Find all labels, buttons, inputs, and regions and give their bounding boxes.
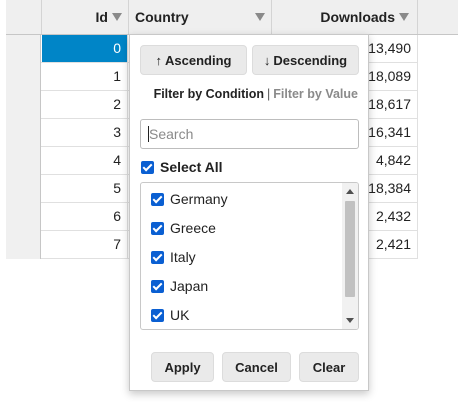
apply-button[interactable]: Apply <box>151 352 214 382</box>
checkbox-checked-icon[interactable] <box>141 160 154 174</box>
column-header-country[interactable]: Country <box>129 0 272 34</box>
clear-button[interactable]: Clear <box>299 352 359 382</box>
sort-descending-label: Descending <box>273 52 348 68</box>
row-header[interactable] <box>6 203 41 231</box>
row-header[interactable] <box>6 63 41 91</box>
checkbox-checked-icon[interactable] <box>151 279 164 293</box>
id-cell[interactable]: 2 <box>42 91 128 118</box>
list-item[interactable]: Italy <box>151 247 196 267</box>
corner-cell[interactable] <box>6 0 42 34</box>
search-input[interactable] <box>140 119 359 149</box>
column-header-label: Id <box>95 9 108 25</box>
sort-ascending-button[interactable]: ↑ Ascending <box>140 45 247 75</box>
sort-descending-button[interactable]: ↓ Descending <box>252 45 359 75</box>
list-item[interactable]: UK <box>151 305 189 325</box>
list-item-label: Italy <box>170 249 196 265</box>
id-cell[interactable]: 6 <box>42 203 128 230</box>
id-cell[interactable]: 7 <box>42 231 128 258</box>
id-cell[interactable]: 3 <box>42 119 128 146</box>
checkbox-checked-icon[interactable] <box>151 192 164 206</box>
id-cell[interactable]: 5 <box>42 175 128 202</box>
filter-icon[interactable] <box>255 13 265 21</box>
row-header[interactable] <box>6 231 41 259</box>
checkbox-checked-icon[interactable] <box>151 250 164 264</box>
filter-icon[interactable] <box>112 13 122 21</box>
select-all-checkbox[interactable]: Select All <box>141 159 223 175</box>
list-item[interactable]: Japan <box>151 276 208 296</box>
row-header[interactable] <box>6 91 41 119</box>
row-header[interactable] <box>6 119 41 147</box>
filter-icon[interactable] <box>399 13 409 21</box>
scrollbar-thumb[interactable] <box>345 201 355 297</box>
column-header-label: Downloads <box>320 9 395 25</box>
list-item-label: Germany <box>170 191 228 207</box>
list-item[interactable]: Germany <box>151 189 228 209</box>
cancel-button[interactable]: Cancel <box>222 352 291 382</box>
scroll-up-icon[interactable] <box>346 189 354 194</box>
id-cell[interactable]: 4 <box>42 147 128 174</box>
value-list: Germany Greece Italy Japan UK <box>140 182 359 330</box>
column-header-label: Country <box>135 9 189 25</box>
list-scrollbar[interactable] <box>342 183 358 329</box>
scroll-down-icon[interactable] <box>346 318 354 323</box>
text-cursor <box>148 126 149 142</box>
filter-by-condition-link[interactable]: Filter by Condition <box>154 87 264 101</box>
filter-mode-separator: | <box>266 87 271 101</box>
filter-mode-links: Filter by Condition | Filter by Value <box>154 87 358 101</box>
checkbox-checked-icon[interactable] <box>151 308 164 322</box>
list-item[interactable]: Greece <box>151 218 216 238</box>
id-cell[interactable]: 1 <box>42 63 128 90</box>
row-header[interactable] <box>6 147 41 175</box>
grid-header: Id Country Downloads <box>6 0 458 35</box>
list-item-label: Greece <box>170 220 216 236</box>
list-item-label: Japan <box>170 278 209 294</box>
row-header[interactable] <box>6 35 41 63</box>
checkbox-checked-icon[interactable] <box>151 221 164 235</box>
filter-dropdown: ↑ Ascending ↓ Descending Filter by Condi… <box>129 34 369 391</box>
arrow-down-icon: ↓ <box>263 52 271 68</box>
id-cell[interactable]: 0 <box>42 35 128 62</box>
list-item-label: UK <box>170 307 190 323</box>
filter-by-value-link[interactable]: Filter by Value <box>273 87 358 101</box>
column-header-downloads[interactable]: Downloads <box>272 0 418 34</box>
column-header-id[interactable]: Id <box>42 0 129 34</box>
select-all-label: Select All <box>160 159 223 175</box>
row-header[interactable] <box>6 175 41 203</box>
arrow-up-icon: ↑ <box>155 52 163 68</box>
sort-ascending-label: Ascending <box>165 52 232 68</box>
